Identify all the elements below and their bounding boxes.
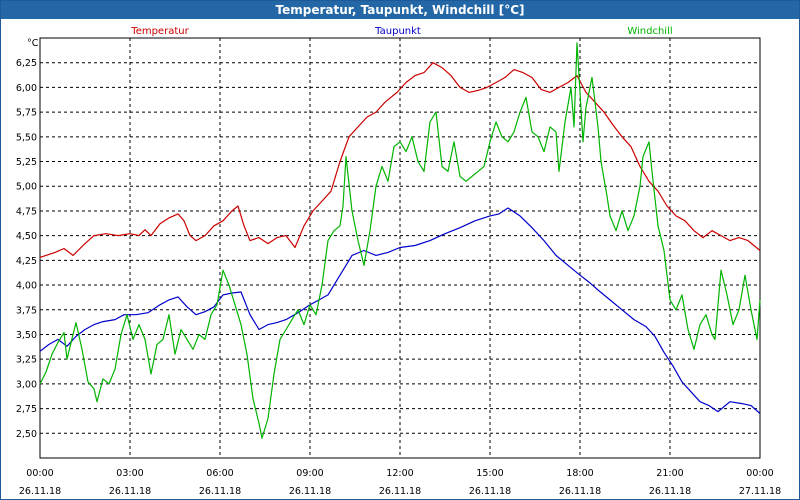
y-tick-label: 5,25 xyxy=(16,157,37,168)
x-tick-time: 15:00 xyxy=(476,468,503,479)
x-tick-date: 26.11.18 xyxy=(379,486,421,497)
legend-temperatur: Temperatur xyxy=(130,26,189,37)
x-tick-date: 26.11.18 xyxy=(559,486,601,497)
x-tick-date: 26.11.18 xyxy=(649,486,691,497)
y-tick-label: 3,75 xyxy=(16,305,37,316)
y-tick-label: 5,50 xyxy=(16,132,37,143)
x-tick-date: 26.11.18 xyxy=(199,486,241,497)
chart-svg: °C 2,50 2,75 3,00 3,25 3,50 3,75 4,00 4,25 4,50 4… xyxy=(16,26,781,497)
y-tick-label: 4,25 xyxy=(16,256,37,267)
y-tick-label: 6,25 xyxy=(16,58,37,69)
y-tick-label: 3,00 xyxy=(16,379,37,390)
y-tick-label: 5,00 xyxy=(16,182,37,193)
legend-taupunkt: Taupunkt xyxy=(374,26,421,37)
x-tick-date: 26.11.18 xyxy=(289,486,331,497)
y-tick-label: 4,75 xyxy=(16,206,37,217)
y-tick-label: 2,75 xyxy=(16,404,37,415)
x-tick-date: 26.11.18 xyxy=(19,486,61,497)
x-tick-date: 26.11.18 xyxy=(109,486,151,497)
y-tick-label: 6,00 xyxy=(16,83,37,94)
x-tick-time: 06:00 xyxy=(206,468,233,479)
x-tick-time: 18:00 xyxy=(566,468,593,479)
y-tick-label: 4,00 xyxy=(16,281,37,292)
y-tick-label: 3,50 xyxy=(16,330,37,341)
x-tick-date: 26.11.18 xyxy=(469,486,511,497)
y-tick-label: 3,25 xyxy=(16,355,37,366)
x-tick-time: 09:00 xyxy=(296,468,323,479)
y-axis-label: °C xyxy=(27,38,39,49)
x-tick-time: 12:00 xyxy=(386,468,413,479)
y-tick-label: 4,50 xyxy=(16,231,37,242)
y-tick-label: 2,50 xyxy=(16,429,37,440)
x-tick-time: 03:00 xyxy=(116,468,143,479)
x-tick-date: 27.11.18 xyxy=(739,486,781,497)
x-tick-time: 00:00 xyxy=(746,468,773,479)
legend-windchill: Windchill xyxy=(627,26,672,37)
x-tick-time: 00:00 xyxy=(26,468,53,479)
x-tick-time: 21:00 xyxy=(656,468,683,479)
y-tick-label: 5,75 xyxy=(16,108,37,119)
